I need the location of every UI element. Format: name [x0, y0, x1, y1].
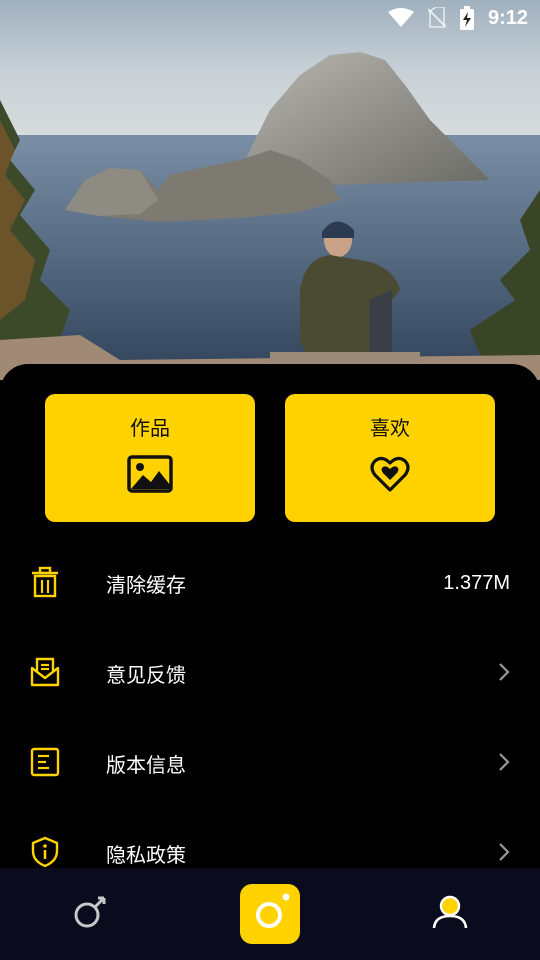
- content-panel: 作品 喜欢 清除缓存 1.377M 意见反馈 版本信息 隐私政策: [0, 364, 540, 884]
- clear-cache-row[interactable]: 清除缓存 1.377M: [0, 538, 540, 628]
- works-card-label: 作品: [130, 416, 170, 440]
- male-icon: [72, 894, 108, 934]
- likes-card-label: 喜欢: [370, 416, 410, 440]
- status-bar: 9:12: [0, 0, 540, 36]
- nav-profile-tab[interactable]: [408, 868, 492, 960]
- likes-card[interactable]: 喜欢: [285, 394, 495, 522]
- version-info-row[interactable]: 版本信息: [0, 718, 540, 808]
- wifi-icon: [387, 8, 414, 28]
- profile-icon: [431, 894, 469, 934]
- feedback-row[interactable]: 意见反馈: [0, 628, 540, 718]
- battery-charging-icon: [459, 6, 474, 30]
- status-time: 9:12: [487, 6, 528, 29]
- heart-icon: [370, 455, 410, 497]
- feedback-label: 意见反馈: [106, 662, 186, 687]
- card-row: 作品 喜欢: [45, 394, 495, 522]
- trash-icon: [28, 565, 62, 599]
- nav-camera-tab[interactable]: [240, 868, 300, 960]
- document-icon: [28, 745, 62, 779]
- chevron-right-icon: [498, 842, 510, 866]
- chevron-right-icon: [498, 752, 510, 776]
- chevron-right-icon: [498, 662, 510, 686]
- cache-size-value: 1.377M: [443, 571, 510, 594]
- nav-male-tab[interactable]: [48, 868, 132, 960]
- image-icon: [127, 455, 173, 497]
- no-sim-icon: [427, 7, 446, 29]
- version-info-label: 版本信息: [106, 752, 186, 777]
- camera-icon: [256, 893, 290, 928]
- camera-button[interactable]: [240, 884, 300, 944]
- mail-icon: [28, 655, 62, 689]
- hero-image: [0, 0, 540, 380]
- settings-menu: 清除缓存 1.377M 意见反馈 版本信息 隐私政策: [0, 538, 540, 898]
- works-card[interactable]: 作品: [45, 394, 255, 522]
- privacy-policy-label: 隐私政策: [106, 842, 186, 867]
- clear-cache-label: 清除缓存: [106, 572, 186, 597]
- shield-info-icon: [28, 835, 62, 869]
- bottom-nav: [0, 868, 540, 960]
